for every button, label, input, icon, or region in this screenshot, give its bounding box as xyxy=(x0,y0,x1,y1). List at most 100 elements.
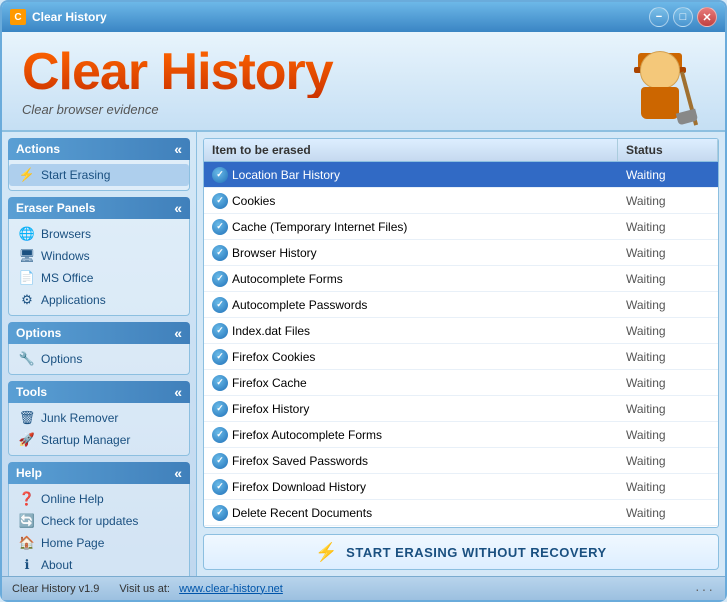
item-label: Index.dat Files xyxy=(232,324,310,338)
sidebar-body-options: 🔧 Options xyxy=(8,344,190,375)
main-window: C Clear History − □ ✕ Clear History Clea… xyxy=(0,0,727,602)
item-cell: ✓Location Bar History xyxy=(204,165,618,185)
row-check-icon: ✓ xyxy=(212,401,228,417)
applications-icon: ⚙ xyxy=(19,292,35,308)
close-button[interactable]: ✕ xyxy=(697,7,717,27)
item-label: Firefox Saved Passwords xyxy=(232,454,368,468)
bottom-bar: ⚡ START ERASING WITHOUT RECOVERY xyxy=(203,534,719,570)
sidebar-item-home-page[interactable]: 🏠 Home Page xyxy=(9,532,189,554)
sidebar-item-browsers[interactable]: 🌐 Browsers xyxy=(9,223,189,245)
table-row[interactable]: ✓Firefox CacheWaiting xyxy=(204,370,718,396)
table-row[interactable]: ✓ Firefox History Waiting xyxy=(204,396,718,422)
status-cell: Waiting xyxy=(618,322,718,340)
sidebar-header-eraser-panels[interactable]: Eraser Panels « xyxy=(8,197,190,219)
sidebar-section-tools: Tools « 🗑 Junk Remover 🚀 Startup Manager xyxy=(8,381,190,456)
sidebar-body-eraser-panels: 🌐 Browsers 🖥 Windows 📄 MS Office ⚙ Appli… xyxy=(8,219,190,316)
mascot-torso xyxy=(641,87,679,119)
status-cell: Waiting xyxy=(618,218,718,236)
app-icon: C xyxy=(10,9,26,25)
main-panel: Item to be erased Status ✓Location Bar H… xyxy=(197,132,725,576)
version-label: Clear History v1.9 xyxy=(12,583,99,595)
item-label: Cache (Temporary Internet Files) xyxy=(232,220,407,234)
sidebar-item-windows-label: Windows xyxy=(41,249,90,263)
sidebar-header-tools[interactable]: Tools « xyxy=(8,381,190,403)
row-check-icon: ✓ xyxy=(212,193,228,209)
sidebar-item-startup-manager[interactable]: 🚀 Startup Manager xyxy=(9,429,189,451)
sidebar-item-check-updates-label: Check for updates xyxy=(41,514,138,528)
sidebar-item-start-erasing[interactable]: ⚡ Start Erasing xyxy=(9,164,189,186)
sidebar-options-arrow: « xyxy=(174,325,182,341)
row-check-icon: ✓ xyxy=(212,323,228,339)
item-cell: ✓Firefox Download History xyxy=(204,477,618,497)
status-cell: Waiting xyxy=(618,270,718,288)
sidebar-item-startup-manager-label: Startup Manager xyxy=(41,433,130,447)
windows-icon: 🖥 xyxy=(19,248,35,264)
row-check-icon: ✓ xyxy=(212,453,228,469)
status-cell: Waiting xyxy=(618,244,718,262)
home-page-icon: 🏠 xyxy=(19,535,35,551)
startup-manager-icon: 🚀 xyxy=(19,432,35,448)
sidebar-tools-arrow: « xyxy=(174,384,182,400)
sidebar-item-applications[interactable]: ⚙ Applications xyxy=(9,289,189,311)
table-row[interactable]: ✓ Cookies Waiting xyxy=(204,188,718,214)
sidebar-header-options[interactable]: Options « xyxy=(8,322,190,344)
sidebar-item-ms-office-label: MS Office xyxy=(41,271,93,285)
status-cell: Waiting xyxy=(618,400,718,418)
item-label: Autocomplete Forms xyxy=(232,272,343,286)
website-link[interactable]: www.clear-history.net xyxy=(179,583,283,595)
sidebar-item-start-erasing-label: Start Erasing xyxy=(41,168,110,182)
sidebar-header-help[interactable]: Help « xyxy=(8,462,190,484)
sidebar-header-actions[interactable]: Actions « xyxy=(8,138,190,160)
sidebar-item-about[interactable]: ℹ About xyxy=(9,554,189,576)
erasing-icon: ⚡ xyxy=(19,167,35,183)
table-row[interactable]: ✓Location Bar HistoryWaiting xyxy=(204,162,718,188)
table-row[interactable]: ✓ Index.dat Files Waiting xyxy=(204,318,718,344)
table-row[interactable]: ✓Cache (Temporary Internet Files)Waiting xyxy=(204,214,718,240)
item-cell: ✓ Index.dat Files xyxy=(204,321,618,341)
minimize-button[interactable]: − xyxy=(649,7,669,27)
sidebar-item-applications-label: Applications xyxy=(41,293,106,307)
col-header-status: Status xyxy=(618,139,718,161)
sidebar-item-check-updates[interactable]: 🔄 Check for updates xyxy=(9,510,189,532)
check-updates-icon: 🔄 xyxy=(19,513,35,529)
item-label: Firefox Autocomplete Forms xyxy=(232,428,382,442)
sidebar: Actions « ⚡ Start Erasing Eraser Panels … xyxy=(2,132,197,576)
table-row[interactable]: ✓Firefox Saved PasswordsWaiting xyxy=(204,448,718,474)
status-cell: Waiting xyxy=(618,374,718,392)
sidebar-item-options[interactable]: 🔧 Options xyxy=(9,348,189,370)
item-cell: ✓Firefox Cookies xyxy=(204,347,618,367)
sidebar-item-online-help-label: Online Help xyxy=(41,492,104,506)
sidebar-item-online-help[interactable]: ❓ Online Help xyxy=(9,488,189,510)
table-row[interactable]: ✓Browser HistoryWaiting xyxy=(204,240,718,266)
erase-button[interactable]: ⚡ START ERASING WITHOUT RECOVERY xyxy=(315,542,606,563)
table-row[interactable]: ✓Firefox CookiesWaiting xyxy=(204,344,718,370)
erase-button-label: START ERASING WITHOUT RECOVERY xyxy=(346,545,607,560)
status-cell: Waiting xyxy=(618,348,718,366)
table-row[interactable]: ✓Autocomplete FormsWaiting xyxy=(204,266,718,292)
sidebar-item-windows[interactable]: 🖥 Windows xyxy=(9,245,189,267)
sidebar-item-junk-remover[interactable]: 🗑 Junk Remover xyxy=(9,407,189,429)
table-row[interactable]: ✓Delete Recent DocumentsWaiting xyxy=(204,500,718,526)
maximize-button[interactable]: □ xyxy=(673,7,693,27)
sidebar-section-options: Options « 🔧 Options xyxy=(8,322,190,375)
header: Clear History Clear browser evidence xyxy=(2,32,725,132)
erase-icon: ⚡ xyxy=(315,542,338,563)
item-label: Firefox History xyxy=(232,402,309,416)
sidebar-item-ms-office[interactable]: 📄 MS Office xyxy=(9,267,189,289)
status-bar: Clear History v1.9 Visit us at: www.clea… xyxy=(2,576,725,600)
status-cell: Waiting xyxy=(618,166,718,184)
mascot xyxy=(615,36,705,126)
table-row[interactable]: ✓Firefox Autocomplete FormsWaiting xyxy=(204,422,718,448)
table-row[interactable]: ✓Autocomplete PasswordsWaiting xyxy=(204,292,718,318)
online-help-icon: ❓ xyxy=(19,491,35,507)
status-cell: Waiting xyxy=(618,192,718,210)
col-header-item: Item to be erased xyxy=(204,139,618,161)
item-label: Autocomplete Passwords xyxy=(232,298,367,312)
table-row[interactable]: ✓Firefox Download HistoryWaiting xyxy=(204,474,718,500)
sidebar-section-actions-label: Actions xyxy=(16,142,60,156)
sidebar-section-eraser-panels-label: Eraser Panels xyxy=(16,201,95,215)
item-label: Browser History xyxy=(232,246,317,260)
mascot-body xyxy=(628,51,693,126)
item-label: Cookies xyxy=(232,194,275,208)
table-body[interactable]: ✓Location Bar HistoryWaiting✓CookiesWait… xyxy=(204,162,718,527)
